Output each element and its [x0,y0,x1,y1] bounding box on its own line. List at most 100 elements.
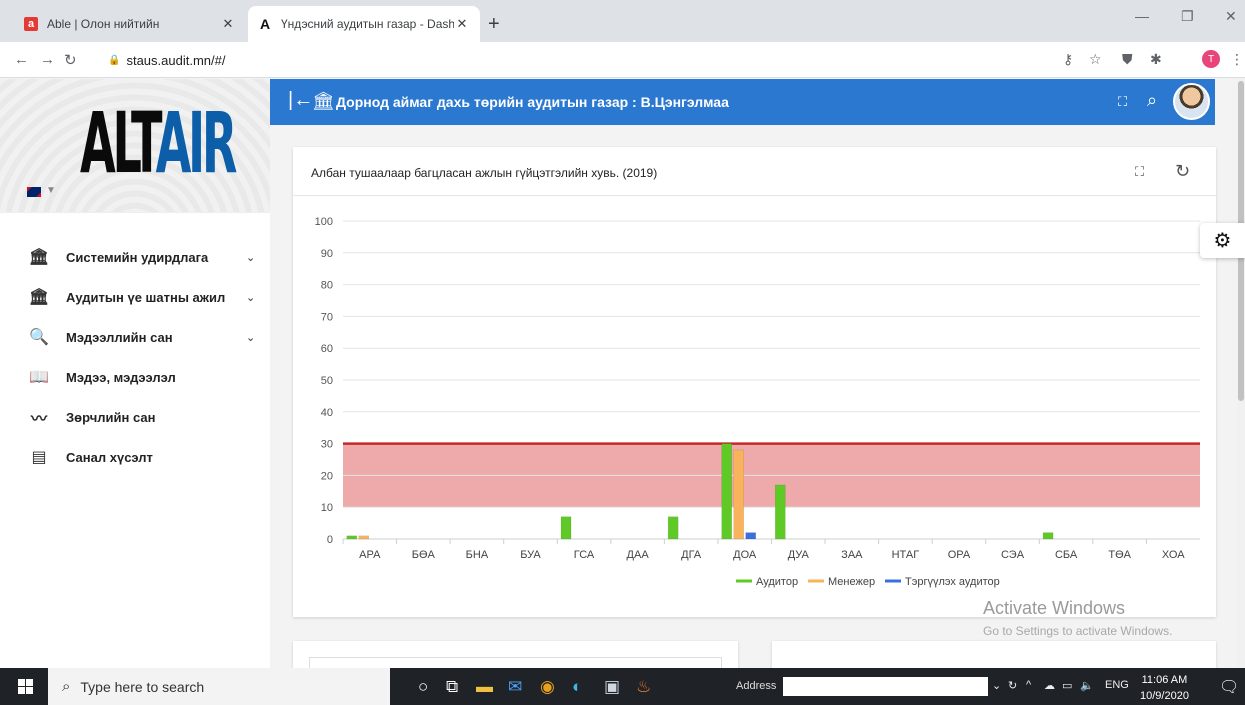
x-tick-label: БУА [520,549,541,561]
bank-icon: 🏛 [312,91,335,111]
search-placeholder: Type here to search [80,678,205,695]
top-nav-bar: |← 🏛 Дорнод аймаг дахь төрийн аудитын га… [270,79,1215,125]
legend-label: Менежер [828,576,875,588]
sidebar-item-violations[interactable]: 〰 Зөрчлийн сан [0,397,270,437]
sidebar-item-database[interactable]: 🔍 Мэдээллийн сан ⌄ [0,317,270,357]
y-tick-label: 10 [321,502,333,514]
windows-start-icon[interactable] [18,679,33,694]
task-view-icon[interactable]: ⧉ [446,677,458,697]
sidebar-item-label: Мэдээ, мэдээлэл [66,369,176,385]
chevron-up-icon[interactable]: ^ [1026,679,1031,691]
new-tab-icon[interactable]: + [488,13,500,36]
key-icon[interactable]: ⚷ [1063,51,1073,68]
browser-tab-able[interactable]: a Able | Олон нийтийн ✕ [14,6,246,42]
refresh-icon[interactable]: ↻ [1008,679,1017,692]
y-tick-label: 0 [327,534,333,546]
sidebar-item-audit-stages[interactable]: 🏛 Аудитын үе шатны ажил ⌄ [0,277,270,317]
language-indicator[interactable]: ENG [1105,679,1129,691]
taskbar-search-input[interactable]: ⌕ Type here to search [48,668,390,705]
collapse-sidebar-icon[interactable]: |← [288,89,313,112]
y-tick-label: 20 [321,470,333,482]
legend-label: Тэргүүлэх аудитор [905,576,1000,588]
search-icon[interactable]: ⌕ [1147,90,1157,111]
display-icon[interactable]: ▭ [1062,679,1072,692]
y-tick-label: 100 [315,216,333,228]
x-tick-label: СБА [1055,549,1078,561]
trend-icon: 〰 [30,411,47,428]
back-arrow-icon[interactable]: ← [14,51,29,68]
x-tick-label: ОРА [948,549,971,561]
database-search-icon: 🔍 [29,329,49,346]
x-tick-label: ГСА [574,549,595,561]
close-icon[interactable]: ✕ [220,16,236,32]
fullscreen-icon[interactable]: ⛶ [1118,94,1127,110]
user-avatar[interactable] [1173,83,1210,120]
menu-dots-icon[interactable]: ⋮ [1230,51,1244,68]
url-field[interactable]: 🔒 staus.audit.mn/#/ [108,48,1048,72]
chevron-down-icon[interactable]: ⌄ [992,679,1001,692]
chrome-icon[interactable]: ◉ [540,677,555,697]
chart-card: Албан тушаалаар багцласан ажлын гүйцэтгэ… [293,147,1216,617]
sidebar-item-feedback[interactable]: ▤ Санал хүсэлт [0,437,270,477]
bar [346,535,358,540]
y-tick-label: 90 [321,248,333,260]
star-icon[interactable]: ☆ [1089,51,1102,68]
sidebar-item-label: Мэдээллийн сан [66,329,173,345]
chevron-down-icon[interactable]: ▼ [46,185,56,196]
shield-icon[interactable]: ⛊ [1122,51,1133,68]
extensions-icon[interactable]: ✱ [1150,51,1162,68]
card-lower-left [293,641,738,668]
activate-windows-title: Activate Windows [983,598,1126,618]
y-tick-label: 50 [321,375,333,387]
store-icon[interactable]: ▣ [604,677,620,697]
fullscreen-icon[interactable]: ⛶ [1135,164,1144,180]
clock[interactable]: 11:06 AM 10/9/2020 [1140,672,1189,704]
y-tick-label: 30 [321,439,333,451]
edge-icon[interactable]: ◐ [572,677,582,697]
sidebar-item-system[interactable]: 🏛 Системийн удирдлага ⌄ [0,237,270,277]
bar [358,535,370,540]
clock-time: 11:06 AM [1141,674,1188,686]
notification-icon[interactable]: 🗨 [1219,677,1239,697]
sidebar-menu: 🏛 Системийн удирдлага ⌄ 🏛 Аудитын үе шат… [0,237,270,477]
window-close-icon[interactable]: ✕ [1225,8,1237,25]
close-icon[interactable]: ✕ [454,16,470,32]
lower-input[interactable] [309,657,722,668]
taskbar-address-input[interactable] [783,677,988,696]
bar [775,484,786,540]
refresh-icon[interactable]: ↻ [1175,161,1190,182]
restore-icon[interactable]: ❐ [1181,8,1194,25]
uk-flag-icon[interactable] [27,187,41,197]
lock-icon: 🔒 [108,54,121,66]
altair-logo: ALTAIR [80,94,238,192]
forward-arrow-icon[interactable]: → [40,51,55,68]
x-tick-label: БӨА [412,549,436,561]
browser-tab-bar: a Able | Олон нийтийн ✕ A Үндэсний аудит… [0,0,1245,42]
bar [733,449,744,540]
search-icon: ⌕ [62,678,71,695]
chevron-down-icon: ⌄ [246,251,256,264]
legend-label: Аудитор [756,576,798,588]
page-scrollbar[interactable] [1237,79,1245,668]
sidebar-item-news[interactable]: 📖 Мэдээ, мэдээлэл [0,357,270,397]
sidebar-item-label: Аудитын үе шатны ажил [66,289,226,305]
x-tick-label: АРА [359,549,381,561]
sidebar-item-label: Зөрчлийн сан [66,409,156,425]
bar [745,532,756,540]
card-title: Албан тушаалаар багцласан ажлын гүйцэтгэ… [311,166,658,180]
minimize-icon[interactable]: — [1135,8,1149,24]
tab-title: Үндэсний аудитын газар - Dashb [281,17,454,31]
volume-icon[interactable]: 🔈 [1080,679,1094,692]
reload-icon[interactable]: ↻ [64,51,77,69]
network-icon[interactable]: ☁ [1044,679,1055,692]
app-icon[interactable]: ♨ [636,677,651,697]
browser-address-bar: ← → ↻ 🔒 staus.audit.mn/#/ ⚷ ☆ ⛊ ✱ ⋮ [0,42,1245,78]
profile-avatar[interactable]: T [1202,50,1220,68]
file-explorer-icon[interactable]: ▬ [476,677,493,697]
mail-icon[interactable]: ✉ [508,677,522,697]
browser-tab-dashboard[interactable]: A Үндэсний аудитын газар - Dashb ✕ [248,6,480,42]
cortana-icon[interactable]: ○ [418,677,428,697]
card-header: Албан тушаалаар багцласан ажлын гүйцэтгэ… [293,147,1216,196]
gear-icon[interactable]: ⚙ [1200,223,1245,258]
sidebar-item-label: Санал хүсэлт [66,449,153,465]
